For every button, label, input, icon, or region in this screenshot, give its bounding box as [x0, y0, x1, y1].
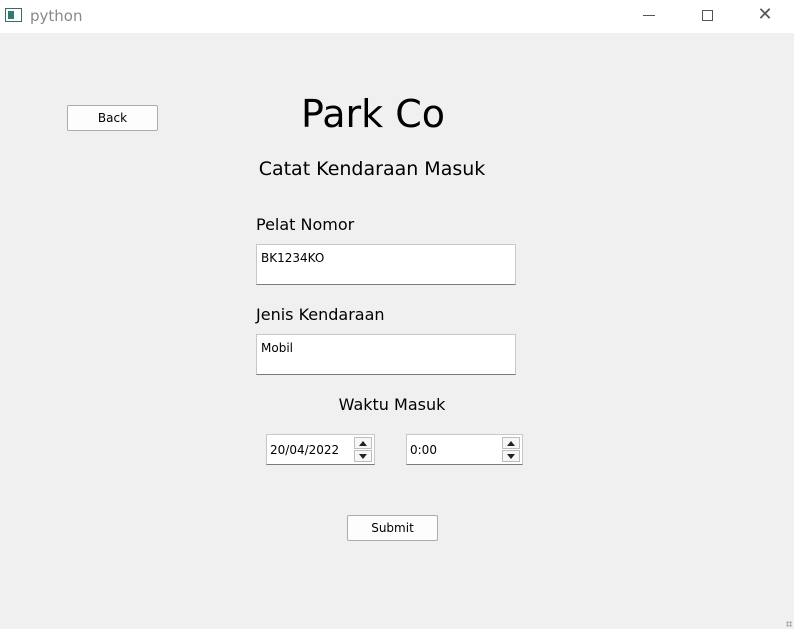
app-icon: [5, 8, 22, 22]
maximize-button[interactable]: [678, 0, 736, 30]
vehicle-type-label: Jenis Kendaraan: [256, 305, 385, 324]
close-button[interactable]: ✕: [736, 0, 794, 30]
title-bar: python ✕: [0, 0, 794, 33]
arrow-down-icon: [507, 453, 515, 459]
time-increment-button[interactable]: [502, 437, 520, 449]
page-subtitle: Catat Kendaraan Masuk: [258, 158, 486, 180]
entry-time-label: Waktu Masuk: [338, 395, 446, 414]
minimize-button[interactable]: [620, 0, 678, 30]
app-window: python ✕ Back Park Co Catat Kendaraan Ma…: [0, 0, 794, 629]
resize-grip-icon[interactable]: [786, 621, 792, 627]
entry-date-picker[interactable]: 20/04/2022: [266, 434, 375, 465]
vehicle-type-input[interactable]: Mobil: [256, 334, 516, 375]
app-title: Park Co: [301, 92, 445, 136]
window-title: python: [30, 7, 83, 25]
date-increment-button[interactable]: [354, 437, 372, 449]
plate-number-label: Pelat Nomor: [256, 215, 355, 234]
entry-date-value[interactable]: 20/04/2022: [270, 443, 339, 457]
arrow-up-icon: [507, 440, 515, 446]
entry-time-picker[interactable]: 0:00: [406, 434, 523, 465]
arrow-up-icon: [359, 440, 367, 446]
plate-number-input[interactable]: BK1234KO: [256, 244, 516, 285]
date-spin-buttons: [354, 437, 372, 462]
submit-button[interactable]: Submit: [347, 515, 438, 541]
time-spin-buttons: [502, 437, 520, 462]
entry-time-value[interactable]: 0:00: [410, 443, 437, 457]
close-icon: ✕: [757, 4, 773, 25]
maximize-icon: [701, 9, 713, 21]
arrow-down-icon: [359, 453, 367, 459]
date-decrement-button[interactable]: [354, 450, 372, 462]
minimize-icon: [643, 14, 655, 16]
time-decrement-button[interactable]: [502, 450, 520, 462]
